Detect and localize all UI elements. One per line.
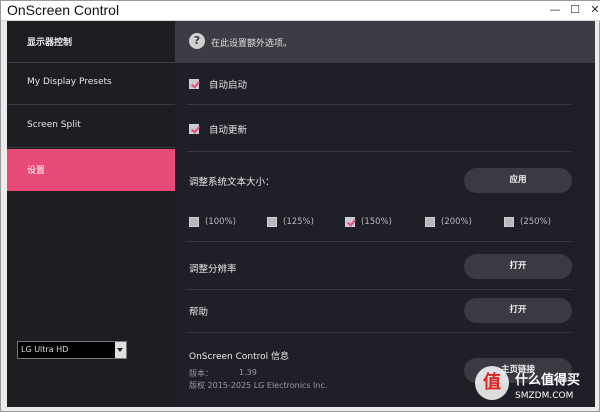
auto-update-label: 自动更新: [209, 125, 248, 136]
title-bar: OnScreen Control — ☐ ✕: [1, 1, 600, 21]
text-size-125-label: (125%): [283, 217, 314, 227]
auto-update-checkbox[interactable]: [189, 124, 199, 134]
about-title: OnScreen Control 信息: [189, 352, 289, 362]
info-bar: ? 在此设置额外选项。: [175, 21, 595, 63]
divider: [187, 332, 571, 333]
watermark-text: 什么值得买: [515, 373, 581, 388]
window-title: OnScreen Control: [7, 2, 120, 18]
info-text: 在此设置额外选项。: [211, 39, 293, 49]
copyright-text: 版权 2015-2025 LG Electronics Inc.: [189, 381, 328, 390]
monitor-select[interactable]: LG Ultra HD: [17, 341, 127, 359]
sidebar-item-label: 设置: [27, 166, 46, 176]
question-icon: ?: [189, 33, 205, 49]
text-size-label: 调整系统文本大小：: [189, 177, 275, 188]
version-value: 1.39: [239, 368, 257, 377]
divider: [187, 289, 571, 290]
sidebar-item-label: My Display Presets: [27, 77, 112, 87]
sidebar-item-label: Screen Split: [27, 120, 81, 130]
divider: [187, 241, 571, 242]
watermark-logo-icon: 值: [475, 366, 509, 400]
divider: [187, 104, 571, 105]
version-label: 版本：: [189, 369, 213, 378]
resolution-open-button[interactable]: 打开: [464, 254, 572, 279]
sidebar-item-display-presets[interactable]: My Display Presets: [7, 63, 175, 105]
resolution-label: 调整分辨率: [189, 264, 237, 275]
maximize-button[interactable]: ☐: [564, 1, 586, 19]
chevron-down-icon[interactable]: [115, 342, 126, 358]
settings-panel: ? 在此设置额外选项。 自动启动 自动更新 调整系统文本大小： 应用 (100%…: [175, 21, 595, 407]
watermark: 值 什么值得买 SMZDM.COM: [471, 363, 600, 412]
divider: [187, 151, 571, 152]
text-size-125-checkbox[interactable]: [267, 217, 277, 227]
minimize-button[interactable]: —: [544, 1, 566, 19]
app-window: OnScreen Control — ☐ ✕ 显示器控制 My Display …: [0, 0, 600, 412]
watermark-domain: SMZDM.COM: [515, 391, 574, 401]
text-size-100-label: (100%): [205, 217, 236, 227]
text-size-250-checkbox[interactable]: [504, 217, 514, 227]
client-area: 显示器控制 My Display Presets Screen Split 设置…: [7, 21, 595, 407]
text-size-250-label: (250%): [520, 217, 551, 227]
text-size-100-checkbox[interactable]: [189, 217, 199, 227]
sidebar-item-screen-split[interactable]: Screen Split: [7, 106, 175, 148]
sidebar-item-label: 显示器控制: [27, 38, 73, 48]
auto-start-label: 自动启动: [209, 80, 248, 91]
apply-button[interactable]: 应用: [464, 168, 572, 193]
monitor-select-value: LG Ultra HD: [21, 345, 69, 354]
sidebar-item-display-control[interactable]: 显示器控制: [7, 21, 175, 63]
close-button[interactable]: ✕: [584, 1, 600, 19]
help-open-button[interactable]: 打开: [464, 298, 572, 323]
sidebar-item-settings[interactable]: 设置: [7, 149, 175, 191]
text-size-150-checkbox[interactable]: [345, 217, 355, 227]
text-size-200-checkbox[interactable]: [425, 217, 435, 227]
sidebar: 显示器控制 My Display Presets Screen Split 设置…: [7, 21, 175, 407]
text-size-200-label: (200%): [441, 217, 472, 227]
text-size-150-label: (150%): [361, 217, 392, 227]
auto-start-checkbox[interactable]: [189, 79, 199, 89]
help-label: 帮助: [189, 307, 209, 318]
